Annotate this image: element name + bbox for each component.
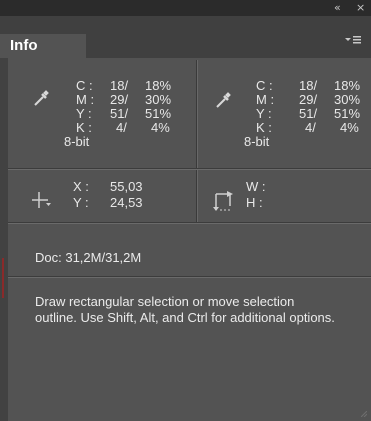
- c-value: 18/: [299, 78, 318, 93]
- y-value: 51/: [299, 106, 318, 121]
- y-label: Y :: [256, 106, 272, 121]
- w-label: W :: [246, 179, 266, 194]
- c-percent: 18%: [334, 78, 361, 93]
- k-percent: 4%: [340, 120, 359, 135]
- y-percent: 51%: [334, 106, 361, 121]
- y-percent: 51%: [145, 106, 172, 121]
- c-label: C :: [76, 78, 93, 93]
- k-percent: 4%: [151, 120, 170, 135]
- selection-size-icon: [213, 191, 233, 211]
- bit-depth: 8-bit: [244, 134, 270, 149]
- x-value: 55,03: [110, 179, 143, 194]
- k-label: K :: [256, 120, 272, 135]
- eyedropper-icon: [216, 92, 231, 108]
- h-label: H :: [246, 195, 263, 210]
- divider: [8, 277, 371, 278]
- tool-hint: Draw rectangular selection or move selec…: [35, 294, 335, 325]
- y-label: Y :: [76, 106, 92, 121]
- m-value: 29/: [299, 92, 318, 107]
- divider: [197, 60, 198, 168]
- panel-menu-icon[interactable]: [343, 34, 363, 48]
- m-percent: 30%: [145, 92, 172, 107]
- close-panel-icon[interactable]: ×: [356, 1, 365, 15]
- x-label: X :: [73, 179, 89, 194]
- m-label: M :: [76, 92, 95, 107]
- m-percent: 30%: [334, 92, 361, 107]
- panel-tab-bar: Info: [0, 16, 371, 58]
- y-value: 24,53: [110, 195, 143, 210]
- m-label: M :: [256, 92, 275, 107]
- crosshair-icon: [32, 192, 51, 208]
- document-size: Doc: 31,2M/31,2M: [35, 250, 142, 265]
- panel-left-edge: [0, 58, 8, 421]
- m-value: 29/: [110, 92, 129, 107]
- k-label: K :: [76, 120, 92, 135]
- c-label: C :: [256, 78, 273, 93]
- k-value: 4/: [305, 120, 316, 135]
- bit-depth: 8-bit: [64, 134, 90, 149]
- k-value: 4/: [116, 120, 127, 135]
- c-value: 18/: [110, 78, 129, 93]
- divider: [8, 223, 371, 224]
- divider: [197, 170, 198, 222]
- document-edge-marker: [2, 258, 4, 298]
- y-value: 51/: [110, 106, 129, 121]
- divider: [8, 169, 371, 170]
- c-percent: 18%: [145, 78, 172, 93]
- resize-grip-icon[interactable]: [361, 411, 367, 417]
- panel-title-bar: « ×: [0, 0, 371, 16]
- tab-info[interactable]: Info: [0, 34, 86, 58]
- y-label: Y :: [73, 195, 89, 210]
- collapse-panel-icon[interactable]: «: [334, 1, 341, 15]
- eyedropper-icon: [34, 90, 49, 106]
